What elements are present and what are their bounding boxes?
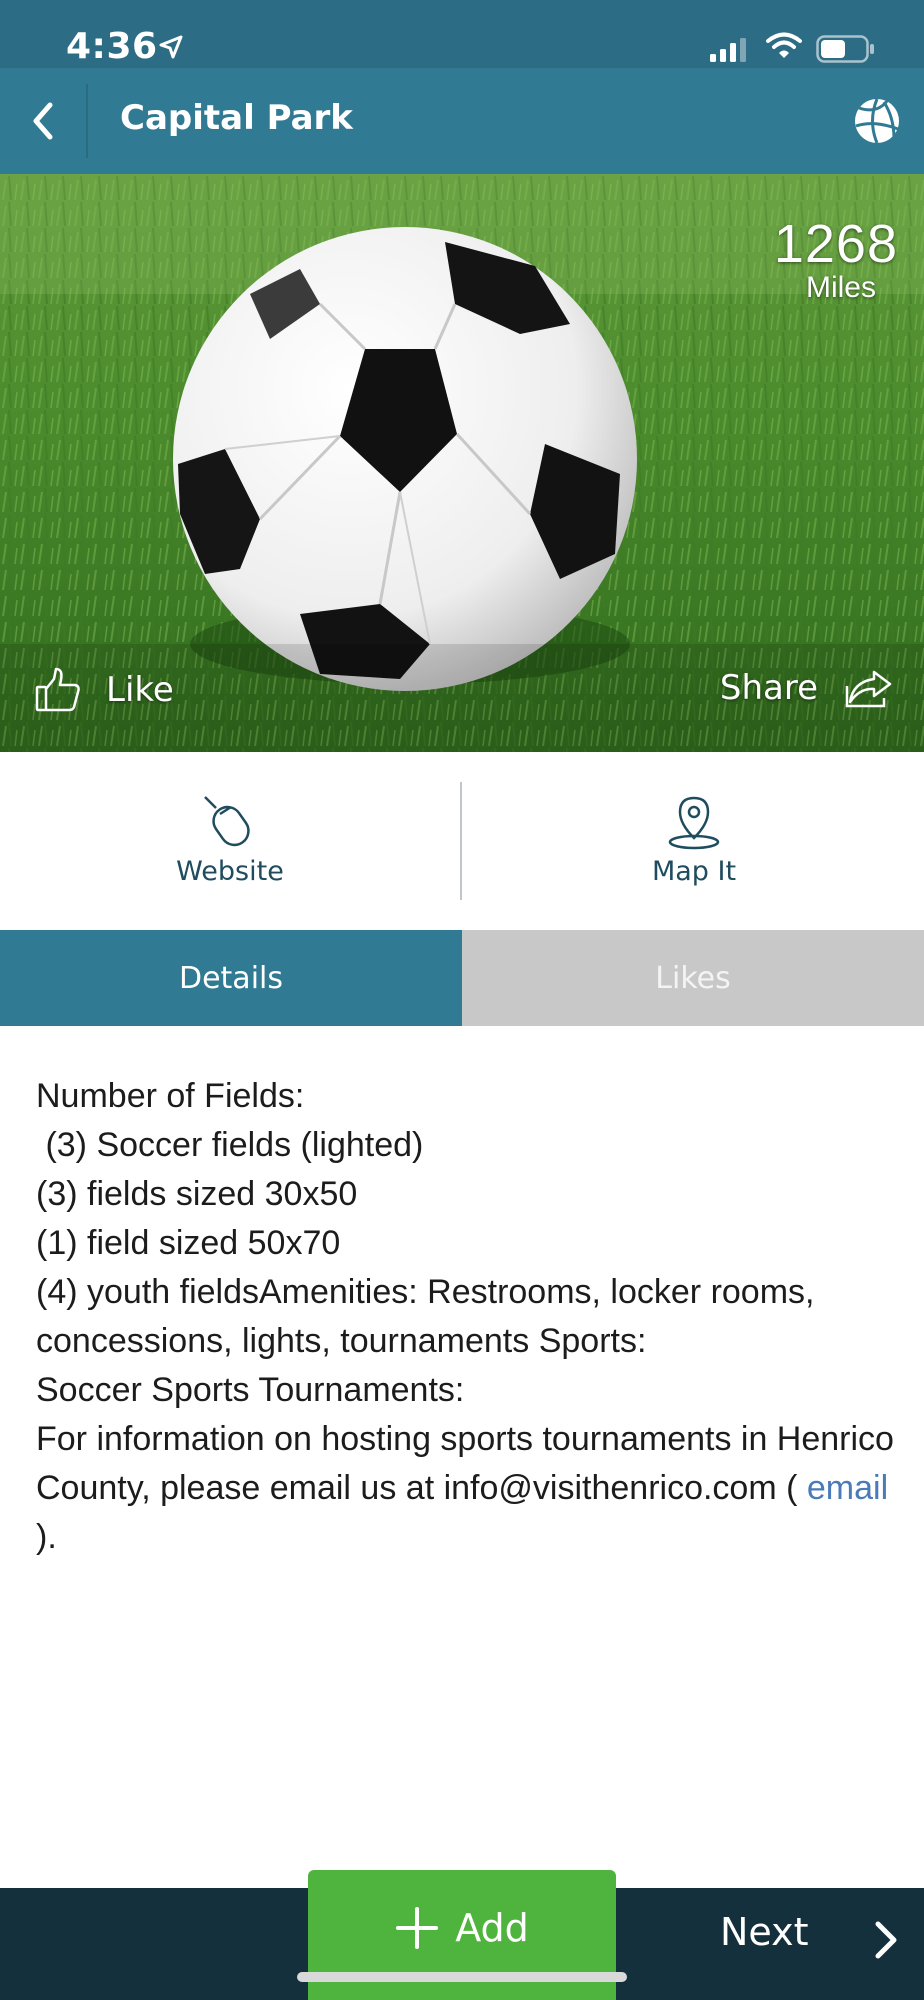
nav-bar: Capital Park [0, 68, 924, 174]
details-line: (3) Soccer fields (lighted) [36, 1126, 424, 1164]
details-line: (4) youth fieldsAmenities: Restrooms, lo… [36, 1273, 824, 1360]
cellular-signal-icon [710, 38, 746, 62]
thumbs-up-icon [35, 667, 80, 712]
basketball-icon[interactable] [854, 98, 900, 144]
tab-likes[interactable]: Likes [462, 930, 924, 1026]
back-button[interactable] [0, 68, 86, 174]
email-link[interactable]: email [807, 1469, 888, 1507]
wifi-icon [766, 32, 802, 58]
map-pin-icon [668, 796, 720, 850]
distance-unit: Miles [805, 271, 876, 304]
location-arrow-icon [159, 35, 183, 59]
next-label: Next [720, 1910, 809, 1954]
like-button[interactable]: Like [34, 666, 174, 714]
details-text: Number of Fields: (3) Soccer fields (lig… [36, 1072, 896, 1562]
tab-details[interactable]: Details [0, 930, 462, 1026]
action-row: Website Map It [0, 752, 924, 930]
page-title: Capital Park [120, 98, 353, 138]
share-button[interactable]: Share [720, 668, 894, 708]
share-label: Share [719, 668, 818, 708]
tournament-tail: ). [36, 1518, 57, 1556]
chevron-right-icon [875, 1921, 897, 1959]
nav-divider [86, 84, 88, 158]
tournament-info: For information on hosting sports tourna… [36, 1415, 896, 1562]
tab-bar: Details Likes [0, 930, 924, 1026]
distance-badge: 1268 Miles [774, 216, 898, 304]
next-button[interactable]: Next [640, 1888, 924, 2000]
details-line: Number of Fields: [36, 1077, 305, 1115]
website-label: Website [176, 856, 284, 887]
hero-image: 1268 Miles Like Share [0, 174, 924, 752]
home-indicator [297, 1972, 627, 1982]
details-line: (1) field sized 50x70 [36, 1224, 341, 1262]
chevron-left-icon [33, 102, 53, 140]
like-label: Like [106, 670, 174, 710]
map-it-label: Map It [651, 856, 737, 887]
plus-icon [396, 1907, 439, 1949]
battery-icon [816, 35, 874, 63]
distance-value: 1268 [773, 214, 898, 274]
tournament-text: For information on hosting sports tourna… [36, 1420, 904, 1507]
share-icon [845, 670, 892, 708]
status-time: 4:36 [66, 26, 158, 67]
status-bar: 4:36 [0, 0, 924, 68]
map-it-button[interactable]: Map It [464, 752, 924, 930]
details-line: Soccer Sports Tournaments: [36, 1371, 465, 1409]
website-button[interactable]: Website [0, 752, 460, 930]
details-line: (3) fields sized 30x50 [36, 1175, 358, 1213]
add-label: Add [455, 1906, 529, 1950]
mouse-icon [204, 796, 250, 847]
action-divider [460, 782, 462, 900]
